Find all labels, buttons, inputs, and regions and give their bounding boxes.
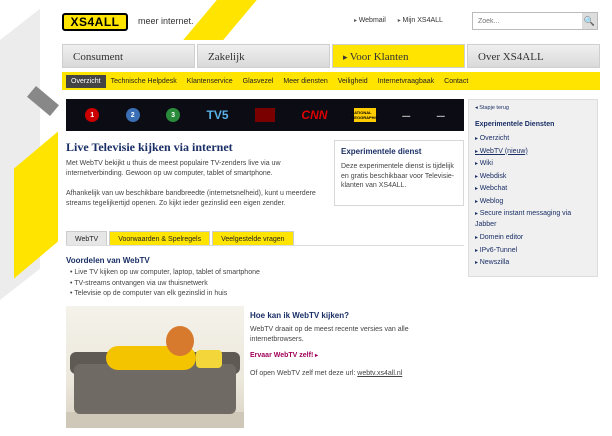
channel-logo-cnn: CNN <box>301 108 328 122</box>
tab-veelgestelde-vragen[interactable]: Veelgestelde vragen <box>212 231 294 246</box>
sidebar-item-newszilla[interactable]: Newszilla <box>475 257 591 270</box>
sidebar-item-overzicht[interactable]: Overzicht <box>475 133 591 146</box>
list-item: Televisie op de computer van elk gezinsl… <box>70 289 260 300</box>
try-webtv-link[interactable]: Ervaar WebTV zelf! <box>250 352 318 359</box>
subnav-overzicht[interactable]: Overzicht <box>66 74 106 88</box>
channel-logo-box <box>254 108 275 122</box>
open-label: Of open WebTV zelf met deze url: <box>250 370 356 377</box>
how-text: WebTV draait op de meest recente versies… <box>250 326 409 343</box>
advantages-heading: Voordelen van WebTV <box>66 256 150 265</box>
tab-voor-klanten[interactable]: Voor Klanten <box>332 44 465 68</box>
tab-consument[interactable]: Consument <box>62 44 195 68</box>
sidebar-item-webtv[interactable]: WebTV (nieuw) <box>475 146 591 159</box>
subnav-veiligheid[interactable]: Veiligheid <box>333 75 373 88</box>
tab-zakelijk[interactable]: Zakelijk <box>197 44 330 68</box>
tagline: meer internet. <box>138 16 194 26</box>
list-item: Live TV kijken op uw computer, laptop, t… <box>70 268 259 279</box>
divider <box>66 245 464 246</box>
sub-nav: Overzicht Technische Helpdesk Klantenser… <box>62 72 600 90</box>
subnav-meer-diensten[interactable]: Meer diensten <box>278 75 332 88</box>
page-title: Live Televisie kijken via internet <box>66 140 233 154</box>
intro-paragraph: Met WebTV bekijkt u thuis de meest popul… <box>66 160 281 177</box>
search-icon[interactable]: 🔍 <box>582 13 597 29</box>
main-tabs: Consument Zakelijk Voor Klanten Over XS4… <box>62 44 600 68</box>
subnav-klantenservice[interactable]: Klantenservice <box>182 75 238 88</box>
sidebar: Stapje terug Experimentele Diensten Over… <box>468 99 598 277</box>
channel-logo-2: 2 <box>125 108 140 122</box>
top-nav: Webmail Mijn XS4ALL <box>354 17 443 24</box>
channel-logo-small: ▬▬ <box>402 112 411 118</box>
tab-webtv[interactable]: WebTV <box>66 231 108 246</box>
subnav-technische-helpdesk[interactable]: Technische Helpdesk <box>106 75 182 88</box>
channel-logo-tv5: TV5 <box>206 108 229 122</box>
experimental-text: Deze experimentele dienst is tijdelijk e… <box>341 163 455 189</box>
sidebar-list: Overzicht WebTV (nieuw) Wiki Webdisk Web… <box>475 133 591 270</box>
woman-on-sofa-photo <box>66 306 244 428</box>
sidebar-item-weblog[interactable]: Weblog <box>475 196 591 209</box>
channel-logo-natgeo: NATIONAL GEOGRAPHIC <box>351 108 379 122</box>
tab-over-xs4all[interactable]: Over XS4ALL <box>467 44 600 68</box>
channel-logo-1: 1 <box>85 108 100 122</box>
channel-banner: 1 2 3 TV5 CNN NATIONAL GEOGRAPHIC ▬▬ ▬▬ <box>66 99 464 131</box>
logo[interactable]: XS4ALL <box>62 13 128 31</box>
how-heading: Hoe kan ik WebTV kijken? <box>250 311 349 320</box>
background-stripe-yellow-top <box>183 0 257 40</box>
subnav-glasvezel[interactable]: Glasvezel <box>238 75 279 88</box>
webmail-link[interactable]: Webmail <box>354 17 386 24</box>
subnav-internetvraagbaak[interactable]: Internetvraagbaak <box>373 75 439 88</box>
mijn-xs4all-link[interactable]: Mijn XS4ALL <box>398 17 442 24</box>
sidebar-item-domein-editor[interactable]: Domein editor <box>475 232 591 245</box>
sidebar-item-wiki[interactable]: Wiki <box>475 158 591 171</box>
content-tabs: WebTV Voorwaarden & Spelregels Veelgeste… <box>66 231 294 246</box>
subnav-contact[interactable]: Contact <box>439 75 473 88</box>
experimental-title: Experimentele dienst <box>341 147 422 156</box>
sidebar-item-webchat[interactable]: Webchat <box>475 183 591 196</box>
search-input[interactable] <box>473 13 581 29</box>
open-url-text: Of open WebTV zelf met deze url: webtv.x… <box>250 370 402 377</box>
intro-paragraph: Afhankelijk van uw beschikbare bandbreed… <box>66 190 316 207</box>
webtv-url-link[interactable]: webtv.xs4all.nl <box>357 370 402 377</box>
back-link[interactable]: Stapje terug <box>475 105 591 111</box>
chevron-decoration-icon <box>27 86 62 126</box>
search-box: 🔍 <box>472 12 598 30</box>
tab-voorwaarden[interactable]: Voorwaarden & Spelregels <box>109 231 211 246</box>
sidebar-item-jabber[interactable]: Secure instant messaging via Jabber <box>475 209 591 229</box>
list-item: TV-streams ontvangen via uw thuisnetwerk <box>70 279 260 290</box>
advantages-list: Live TV kijken op uw computer, laptop, t… <box>70 268 260 300</box>
channel-logo-3: 3 <box>166 108 181 122</box>
experimental-box: Experimentele dienst Deze experimentele … <box>334 140 464 206</box>
sidebar-title: Experimentele Diensten <box>475 121 555 128</box>
intro-text: Met WebTV bekijkt u thuis de meest popul… <box>66 159 328 219</box>
sidebar-item-ipv6-tunnel[interactable]: IPv6-Tunnel <box>475 245 591 258</box>
sidebar-item-webdisk[interactable]: Webdisk <box>475 171 591 184</box>
channel-logo-small-2: ▬▬ <box>436 112 445 118</box>
